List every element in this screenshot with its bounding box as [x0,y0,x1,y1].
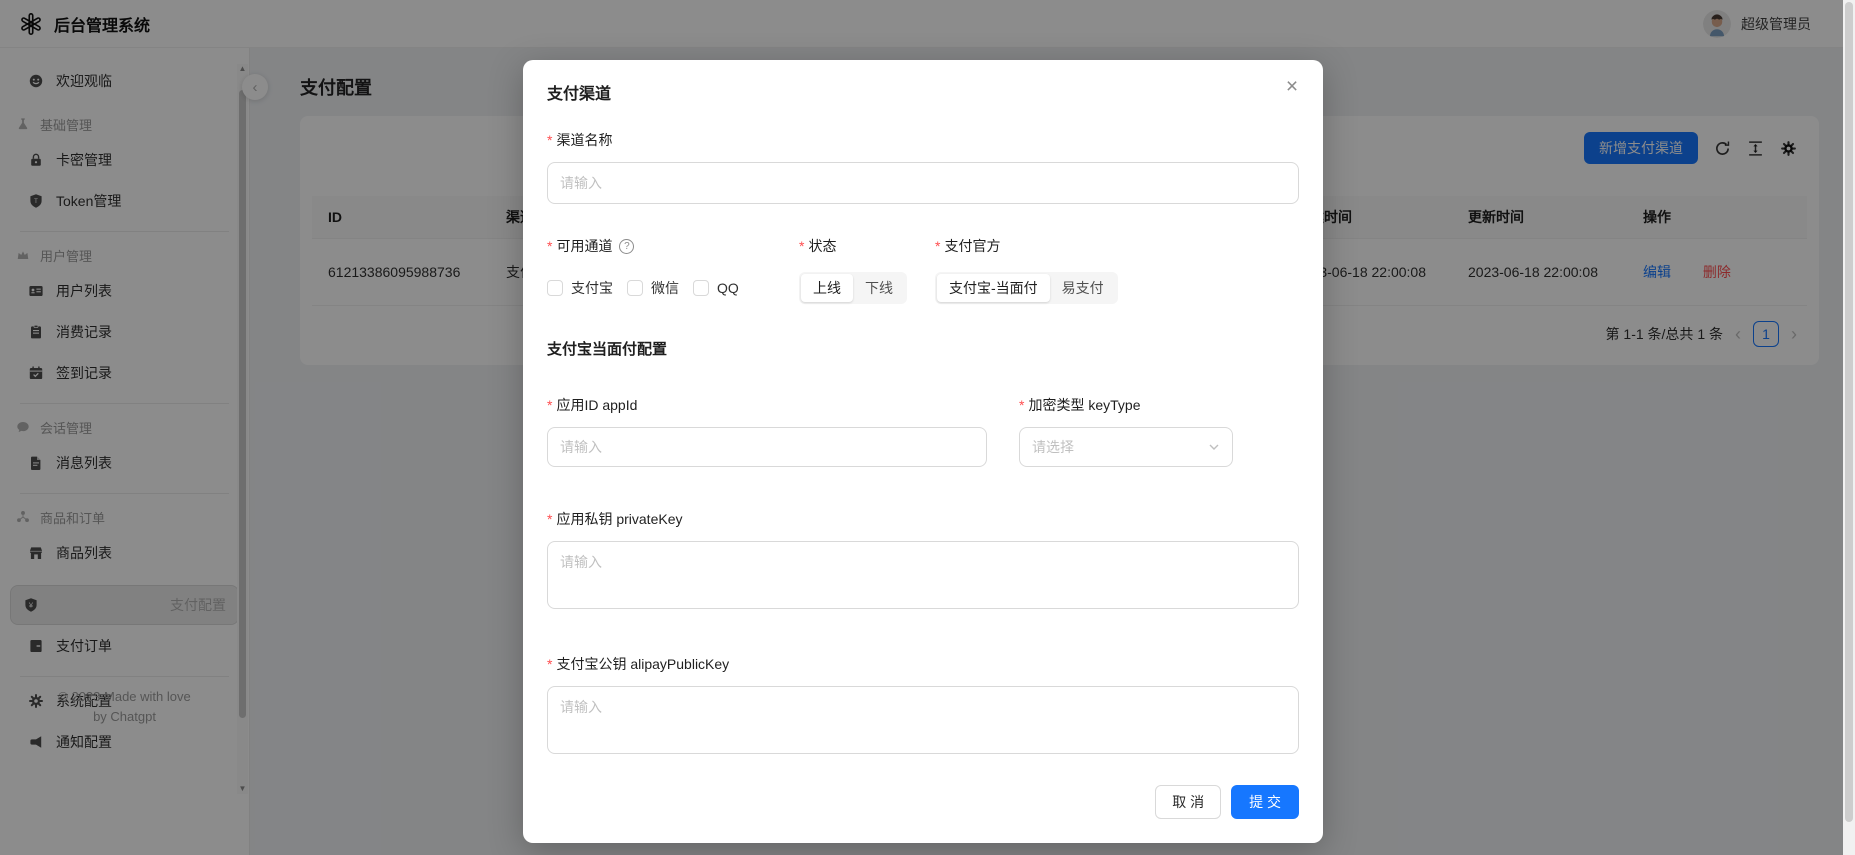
status-label: * 状态 [799,236,935,256]
available-channels-label: * 可用通道 ? [547,236,799,256]
label-text: 应用私钥 privateKey [556,509,682,529]
required-mark: * [547,397,552,413]
checkbox-alipay[interactable]: 支付宝 [547,278,613,298]
provider-label: * 支付官方 [935,236,1299,256]
key-type-field: * 加密类型 keyType 请选择 [1019,369,1233,467]
select-placeholder: 请选择 [1032,437,1074,457]
provider-segmented: 支付宝-当面付 易支付 [935,272,1299,304]
alipay-f2f-section-title: 支付宝当面付配置 [547,338,1299,359]
label-text: 可用通道 [556,236,612,256]
status-option-online[interactable]: 上线 [801,274,853,302]
required-mark: * [547,656,552,672]
checkbox-label: 支付宝 [571,278,613,298]
label-text: 状态 [808,236,836,256]
app-id-field: * 应用ID appId [547,369,987,467]
options-row: * 可用通道 ? 支付宝 微信 QQ * [547,236,1299,304]
checkbox-box[interactable] [693,280,709,296]
channel-name-label: * 渠道名称 [547,130,1299,150]
key-type-label: * 加密类型 keyType [1019,395,1233,415]
close-icon[interactable]: × [1277,72,1307,102]
required-mark: * [1019,397,1024,413]
label-text: 支付官方 [944,236,1000,256]
public-key-textarea[interactable] [547,686,1299,754]
app-id-label: * 应用ID appId [547,395,987,415]
page-scrollbar-thumb[interactable] [1845,2,1853,822]
label-text: 渠道名称 [556,130,612,150]
public-key-label: * 支付宝公钥 alipayPublicKey [547,654,1299,674]
segmented-control: 支付宝-当面付 易支付 [935,272,1118,304]
required-mark: * [547,511,552,527]
available-channels-field: * 可用通道 ? 支付宝 微信 QQ [547,236,799,304]
label-text: 支付宝公钥 alipayPublicKey [556,654,729,674]
app-id-input[interactable] [547,427,987,467]
status-segmented: 上线 下线 [799,272,935,304]
modal-title: 支付渠道 [547,80,1299,104]
checkbox-qq[interactable]: QQ [693,280,739,296]
required-mark: * [799,238,804,254]
channel-checkbox-group: 支付宝 微信 QQ [547,272,799,304]
cancel-button[interactable]: 取 消 [1155,785,1221,819]
checkbox-label: 微信 [651,278,679,298]
private-key-label: * 应用私钥 privateKey [547,509,1299,529]
required-mark: * [547,132,552,148]
payment-channel-modal: 支付渠道 × * 渠道名称 * 可用通道 ? 支付宝 微信 [523,60,1323,843]
channel-name-input[interactable] [547,162,1299,204]
key-type-select[interactable]: 请选择 [1019,427,1233,467]
checkbox-wechat[interactable]: 微信 [627,278,679,298]
help-circle-icon[interactable]: ? [619,239,634,254]
checkbox-box[interactable] [547,280,563,296]
label-text: 应用ID appId [556,395,637,415]
provider-field: * 支付官方 支付宝-当面付 易支付 [935,236,1299,304]
page-scrollbar[interactable] [1843,0,1855,855]
label-text: 加密类型 keyType [1028,395,1140,415]
chevron-down-icon [1208,441,1220,453]
checkbox-box[interactable] [627,280,643,296]
submit-button[interactable]: 提 交 [1231,785,1299,819]
status-option-offline[interactable]: 下线 [853,274,905,302]
private-key-textarea[interactable] [547,541,1299,609]
required-mark: * [547,238,552,254]
appid-keytype-row: * 应用ID appId * 加密类型 keyType 请选择 [547,369,1299,467]
provider-option-alipay-f2f[interactable]: 支付宝-当面付 [937,274,1050,302]
checkbox-label: QQ [717,280,739,296]
status-field: * 状态 上线 下线 [799,236,935,304]
provider-option-epay[interactable]: 易支付 [1050,274,1116,302]
required-mark: * [935,238,940,254]
segmented-control: 上线 下线 [799,272,907,304]
modal-footer: 取 消 提 交 [547,785,1299,819]
